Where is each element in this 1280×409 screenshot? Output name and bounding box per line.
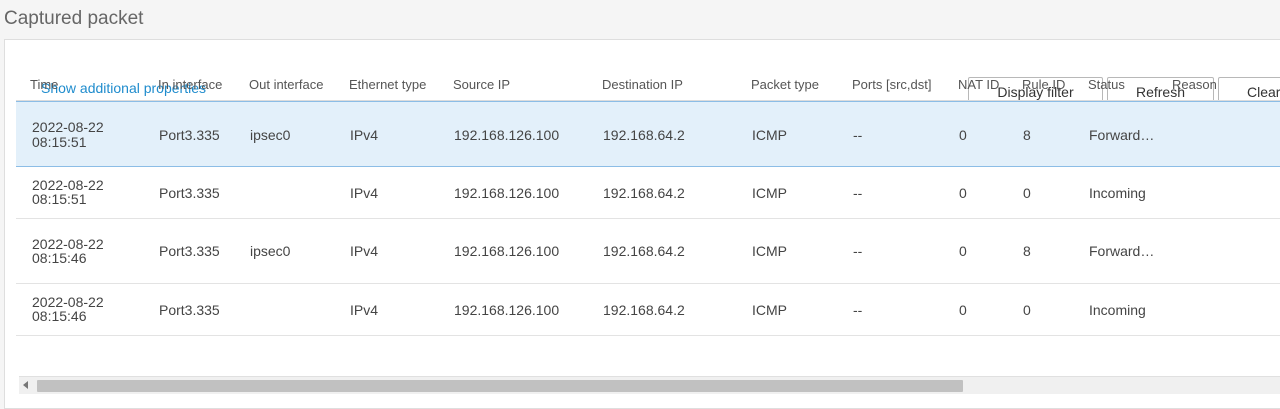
page-title: Captured packet <box>4 8 144 29</box>
cell-time: 08:15:51 <box>32 134 87 150</box>
cell-in-interface: Port3.335 <box>159 243 220 259</box>
cell-packet-type: ICMP <box>752 185 787 201</box>
cell-in-interface: Port3.335 <box>159 185 220 201</box>
column-header-out-interface[interactable]: Out interface <box>249 77 323 92</box>
column-header-ports[interactable]: Ports [src,dst] <box>852 77 931 92</box>
horizontal-scrollbar[interactable] <box>19 376 1280 394</box>
cell-rule-id: 8 <box>1023 243 1031 259</box>
cell-status: Incoming <box>1089 185 1146 201</box>
table-row[interactable]: 2022-08-22 08:15:51 Port3.335 IPv4 192.1… <box>16 167 1280 219</box>
cell-nat-id: 0 <box>959 302 967 318</box>
cell-ethernet-type: IPv4 <box>350 127 379 143</box>
cell-source-ip: 192.168.126.100 <box>454 243 560 259</box>
cell-destination-ip: 192.168.64.2 <box>603 302 685 318</box>
column-header-packet-type[interactable]: Packet type <box>751 77 819 92</box>
column-header-ethernet-type[interactable]: Ethernet type <box>349 77 426 92</box>
column-header-destination-ip[interactable]: Destination IP <box>602 77 683 92</box>
cell-ethernet-type: IPv4 <box>350 243 379 259</box>
cell-out-interface: ipsec0 <box>250 127 291 143</box>
cell-nat-id: 0 <box>959 185 967 201</box>
cell-rule-id: 0 <box>1023 185 1031 201</box>
cell-ethernet-type: IPv4 <box>350 185 379 201</box>
cell-source-ip: 192.168.126.100 <box>454 185 560 201</box>
column-header-reason[interactable]: Reason <box>1172 77 1217 92</box>
cell-ports: -- <box>853 302 863 318</box>
cell-time: 08:15:51 <box>32 191 87 207</box>
table-header: Time In interface Out interface Ethernet… <box>16 70 1280 101</box>
table-row[interactable]: 2022-08-22 08:15:51 Port3.335 ipsec0 IPv… <box>16 101 1280 167</box>
cell-status: Forward… <box>1089 243 1155 259</box>
cell-date: 2022-08-22 <box>32 119 104 135</box>
cell-out-interface: ipsec0 <box>250 243 291 259</box>
cell-source-ip: 192.168.126.100 <box>454 127 560 143</box>
cell-in-interface: Port3.335 <box>159 302 220 318</box>
cell-ethernet-type: IPv4 <box>350 302 379 318</box>
column-header-status[interactable]: Status <box>1088 77 1125 92</box>
column-header-in-interface[interactable]: In interface <box>158 77 222 92</box>
table-row[interactable]: 2022-08-22 08:15:46 Port3.335 ipsec0 IPv… <box>16 219 1280 284</box>
cell-packet-type: ICMP <box>752 127 787 143</box>
packet-table: Time In interface Out interface Ethernet… <box>16 70 1280 336</box>
cell-status: Incoming <box>1089 302 1146 318</box>
cell-ports: -- <box>853 243 863 259</box>
scrollbar-thumb[interactable] <box>37 380 963 392</box>
cell-destination-ip: 192.168.64.2 <box>603 243 685 259</box>
column-header-rule-id[interactable]: Rule ID <box>1022 77 1065 92</box>
cell-nat-id: 0 <box>959 243 967 259</box>
cell-rule-id: 0 <box>1023 302 1031 318</box>
cell-time: 08:15:46 <box>32 308 87 324</box>
column-header-nat-id[interactable]: NAT ID <box>958 77 999 92</box>
column-header-time[interactable]: Time <box>30 77 58 92</box>
cell-rule-id: 8 <box>1023 127 1031 143</box>
cell-ports: -- <box>853 185 863 201</box>
cell-ports: -- <box>853 127 863 143</box>
cell-status: Forward… <box>1089 127 1155 143</box>
cell-source-ip: 192.168.126.100 <box>454 302 560 318</box>
cell-packet-type: ICMP <box>752 243 787 259</box>
scroll-left-arrow-icon[interactable] <box>23 381 28 389</box>
cell-nat-id: 0 <box>959 127 967 143</box>
cell-packet-type: ICMP <box>752 302 787 318</box>
table-row[interactable]: 2022-08-22 08:15:46 Port3.335 IPv4 192.1… <box>16 284 1280 336</box>
cell-destination-ip: 192.168.64.2 <box>603 185 685 201</box>
column-header-source-ip[interactable]: Source IP <box>453 77 510 92</box>
cell-in-interface: Port3.335 <box>159 127 220 143</box>
cell-destination-ip: 192.168.64.2 <box>603 127 685 143</box>
cell-time: 08:15:46 <box>32 250 87 266</box>
